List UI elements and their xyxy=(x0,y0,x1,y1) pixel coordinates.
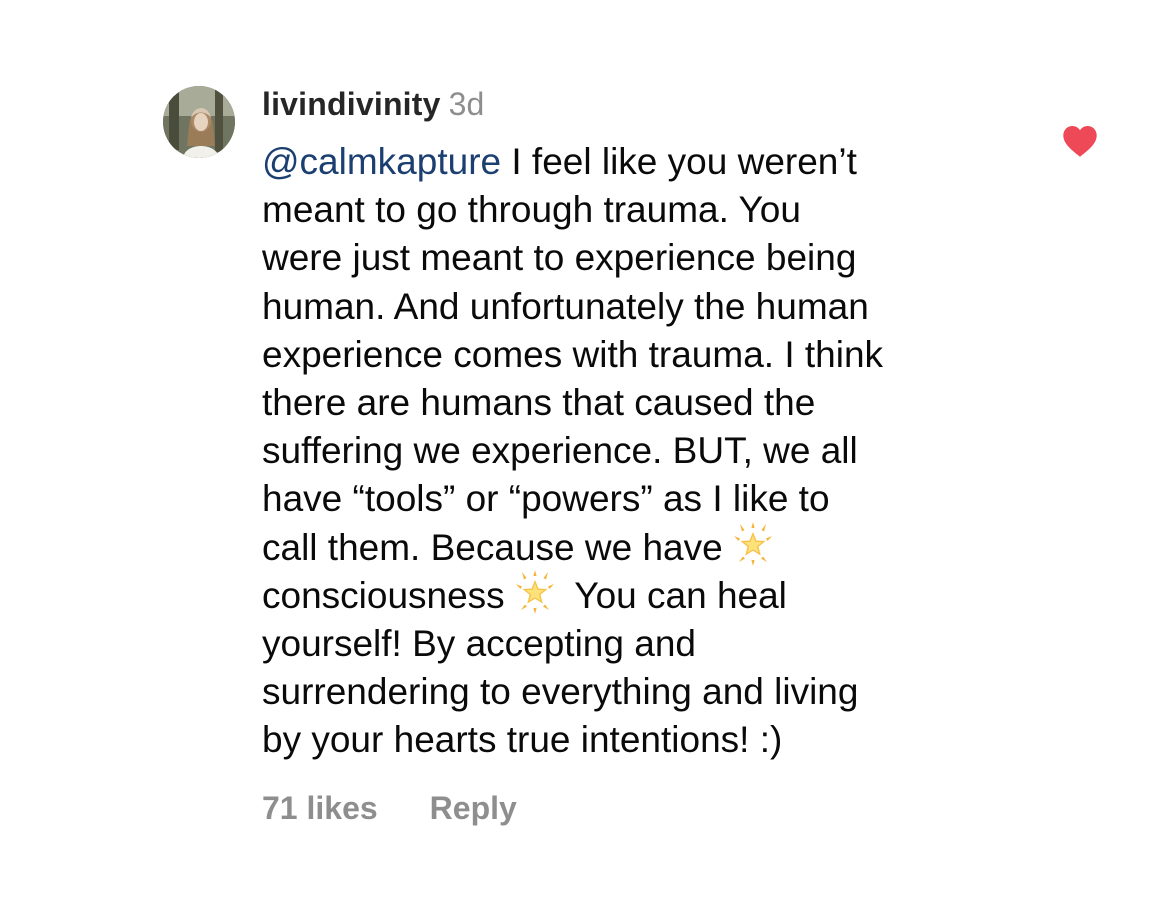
avatar[interactable] xyxy=(163,86,235,158)
comment-footer: 71 likes Reply xyxy=(262,788,517,828)
avatar-image xyxy=(163,86,235,158)
comment-text-part: I feel like you weren’t meant to go thro… xyxy=(262,141,884,568)
glowing-star-icon xyxy=(729,521,777,566)
username[interactable]: livindivinity xyxy=(262,86,441,122)
timestamp: 3d xyxy=(448,86,485,122)
heart-icon[interactable] xyxy=(1061,124,1099,158)
comment-text-part: consciousness xyxy=(262,574,505,616)
comment: livindivinity 3d @calmkapture I feel like… xyxy=(0,0,1170,910)
likes-count[interactable]: 71 likes xyxy=(262,790,378,826)
comment-header: livindivinity 3d xyxy=(262,84,484,124)
reply-button[interactable]: Reply xyxy=(430,790,517,826)
comment-text: @calmkapture I feel like you weren’t mea… xyxy=(262,138,1022,765)
mention-link[interactable]: @calmkapture xyxy=(262,141,501,182)
glowing-star-icon xyxy=(511,569,559,614)
